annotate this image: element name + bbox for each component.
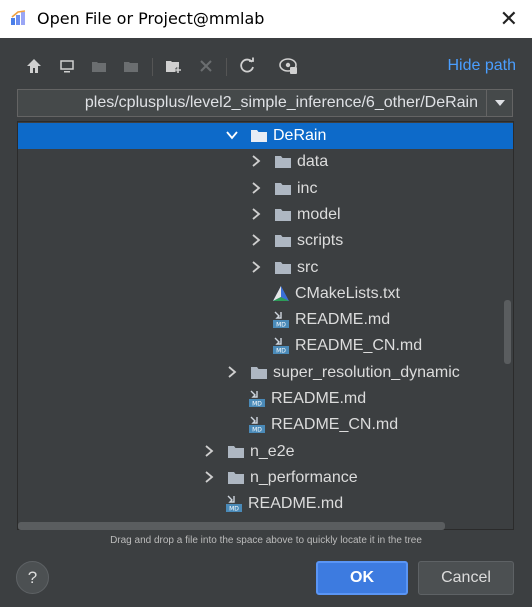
toolbar-separator (226, 58, 227, 76)
open-file-dialog: Open File or Project@mmlab ✕ Hide path p… (0, 0, 532, 607)
cancel-button[interactable]: Cancel (418, 561, 514, 595)
chevron-down-icon (494, 100, 505, 106)
ok-label: OK (350, 569, 374, 586)
folder-icon (251, 130, 267, 142)
tree-vertical-scrollbar[interactable] (504, 300, 511, 364)
folder-icon (275, 261, 291, 274)
cancel-label: Cancel (441, 569, 491, 586)
help-button[interactable]: ? (16, 561, 49, 594)
tree-horizontal-scrollbar[interactable] (18, 522, 445, 530)
tree-item-label: README_CN.md (295, 337, 423, 355)
chevron-right-icon[interactable] (249, 181, 263, 195)
file-tree[interactable]: DeRain data inc model scripts src CMakeLists.t… (17, 121, 514, 530)
module-icon[interactable] (121, 56, 141, 76)
tree-folder-row[interactable]: data (18, 149, 513, 175)
folder-icon (275, 235, 291, 248)
svg-text:MD: MD (229, 506, 239, 513)
svg-text:MD: MD (252, 401, 262, 408)
tree-file-row[interactable]: CMakeLists.txt (18, 281, 513, 307)
markdown-file-icon: MD (273, 311, 289, 329)
chevron-right-icon[interactable] (249, 207, 263, 221)
show-hidden-icon[interactable] (279, 56, 299, 76)
tree-item-label: data (297, 153, 329, 171)
refresh-icon[interactable] (237, 56, 257, 76)
tree-item-label: model (297, 205, 341, 223)
ok-button[interactable]: OK (316, 561, 408, 595)
title-bar: Open File or Project@mmlab ✕ (0, 0, 532, 38)
desktop-icon[interactable] (57, 56, 77, 76)
chevron-right-icon[interactable] (249, 233, 263, 247)
folder-icon (275, 208, 291, 221)
tree-item-label: README.md (271, 390, 367, 407)
cmake-file-icon (273, 285, 289, 301)
chevron-right-icon[interactable] (202, 444, 216, 458)
markdown-file-icon: MD (226, 495, 242, 513)
tree-file-row[interactable]: MD README_CN.md (18, 333, 513, 359)
tree-item-label: src (297, 258, 319, 276)
tree-item-label: super_resolution_dynamic (273, 363, 460, 381)
tree-item-label: n_e2e (250, 442, 295, 460)
svg-text:MD: MD (252, 427, 262, 434)
folder-icon (275, 156, 291, 169)
tree-folder-row[interactable]: n_e2e (18, 439, 513, 465)
tree-file-row[interactable]: MD README.md (18, 307, 513, 333)
tree-folder-row[interactable]: src (18, 255, 513, 281)
markdown-file-icon: MD (249, 416, 265, 434)
tree-item-label: README_CN.md (271, 416, 399, 434)
tree-item-label: README.md (248, 495, 344, 513)
app-logo-icon (11, 10, 26, 25)
chevron-down-icon[interactable] (225, 128, 239, 142)
tree-folder-row[interactable]: DeRain (18, 123, 513, 149)
toolbar-separator (152, 58, 153, 76)
window-title: Open File or Project@mmlab (37, 9, 265, 28)
tree-item-label: README.md (295, 311, 391, 329)
tree-folder-row[interactable]: inc (18, 176, 513, 202)
tree-item-label: DeRain (273, 127, 327, 144)
chevron-right-icon[interactable] (202, 470, 216, 484)
folder-icon (275, 182, 291, 195)
tree-folder-row[interactable]: super_resolution_dynamic (18, 360, 513, 386)
folder-icon (228, 445, 244, 458)
tree-folder-row[interactable]: n_performance (18, 465, 513, 491)
tree-item-label: CMakeLists.txt (295, 284, 400, 302)
close-window-button[interactable]: ✕ (500, 6, 518, 32)
help-label: ? (27, 567, 38, 587)
folder-icon (228, 471, 244, 484)
tree-folder-row[interactable]: scripts (18, 228, 513, 254)
tree-item-label: n_performance (250, 468, 358, 486)
markdown-file-icon: MD (273, 337, 289, 355)
chevron-right-icon[interactable] (249, 260, 263, 274)
folder-icon (251, 366, 267, 379)
tree-item-label: scripts (297, 232, 344, 250)
chevron-right-icon[interactable] (249, 154, 263, 168)
project-icon[interactable] (89, 56, 109, 76)
new-folder-icon[interactable] (164, 56, 184, 76)
home-icon[interactable] (24, 56, 44, 76)
tree-item-label: inc (297, 179, 318, 197)
tree-folder-row[interactable]: model (18, 202, 513, 228)
tree-file-row[interactable]: MD README.md (18, 491, 513, 517)
path-input-value: ples/cplusplus/level2_simple_inference/6… (84, 94, 478, 111)
delete-icon[interactable] (196, 56, 216, 76)
svg-text:MD: MD (276, 322, 286, 329)
svg-text:MD: MD (276, 348, 286, 355)
path-history-dropdown[interactable] (486, 89, 513, 117)
path-input[interactable]: ples/cplusplus/level2_simple_inference/6… (17, 89, 487, 117)
hide-path-link[interactable]: Hide path (448, 57, 517, 75)
tree-file-row[interactable]: MD README.md (18, 386, 513, 412)
chevron-right-icon[interactable] (225, 365, 239, 379)
markdown-file-icon: MD (249, 390, 265, 408)
drag-drop-hint: Drag and drop a file into the space abov… (110, 535, 422, 546)
tree-file-row[interactable]: MD README_CN.md (18, 412, 513, 438)
